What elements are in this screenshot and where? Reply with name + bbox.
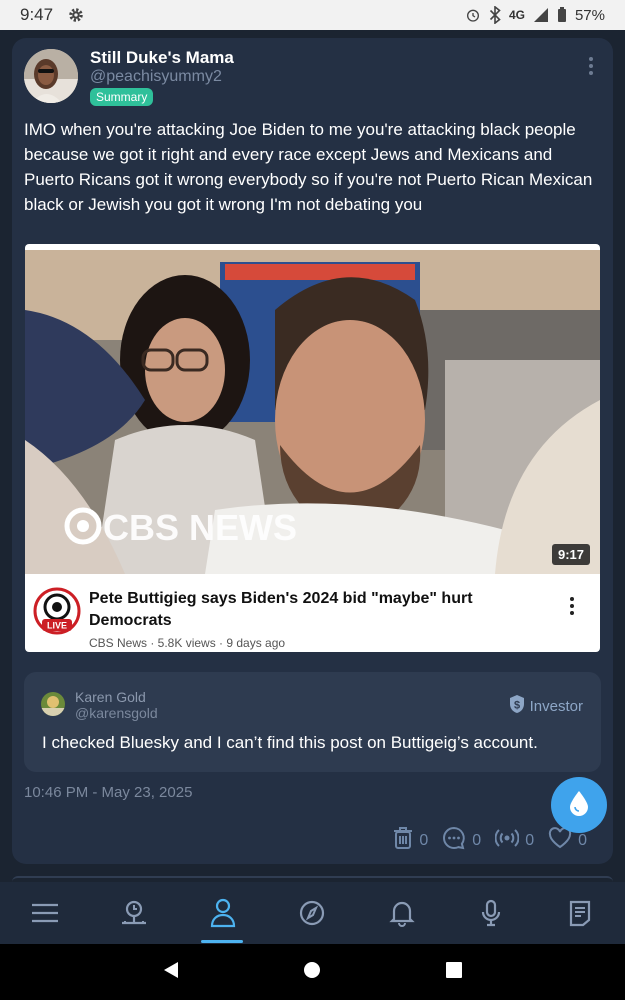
comment-icon — [442, 826, 466, 855]
back-icon[interactable] — [161, 960, 181, 985]
gear-icon — [67, 6, 85, 24]
note-author-handle[interactable]: @karensgold — [75, 705, 158, 721]
bottom-nav — [0, 882, 625, 944]
drop-fab-button[interactable] — [551, 777, 607, 833]
shield-dollar-icon: $ — [508, 694, 526, 718]
broadcast-count: 0 — [525, 831, 535, 849]
profile-icon[interactable] — [199, 889, 247, 943]
trash-icon — [393, 826, 413, 855]
broadcast-action[interactable]: 0 — [494, 828, 535, 853]
comment-action[interactable]: 0 — [442, 826, 481, 855]
user-handle[interactable]: @peachisyummy2 — [90, 68, 222, 86]
post-actions: 0 0 0 0 — [393, 826, 587, 855]
investor-badge: $ Investor — [508, 694, 583, 718]
note-author-name[interactable]: Karen Gold — [75, 689, 146, 705]
post-text: IMO when you're attacking Joe Biden to m… — [24, 120, 593, 214]
video-more-icon[interactable] — [570, 594, 574, 618]
summary-badge[interactable]: Summary — [90, 88, 154, 106]
system-nav-bar — [0, 944, 625, 1000]
status-time: 9:47 — [20, 5, 54, 24]
compass-icon[interactable] — [288, 889, 336, 937]
microphone-icon[interactable] — [467, 889, 515, 937]
menu-icon[interactable] — [21, 889, 69, 937]
delete-action[interactable]: 0 — [393, 826, 428, 855]
battery-icon — [557, 7, 567, 23]
pin-icon[interactable] — [110, 889, 158, 937]
battery-level: 57% — [574, 6, 605, 24]
home-icon[interactable] — [302, 960, 322, 985]
display-name[interactable]: Still Duke's Mama — [90, 48, 234, 68]
svg-text:$: $ — [514, 700, 520, 712]
like-count: 0 — [578, 831, 587, 849]
alarm-icon — [465, 7, 481, 23]
video-watermark: CBS NEWS — [103, 507, 297, 548]
video-meta: CBS News · 5.8K views · 9 days ago — [89, 636, 286, 650]
water-drop-icon — [568, 790, 590, 821]
note-text: I checked Bluesky and I can’t find this … — [42, 733, 538, 752]
notes-icon[interactable] — [556, 889, 604, 937]
signal-icon — [533, 7, 549, 23]
recents-icon[interactable] — [444, 960, 464, 985]
post-timestamp: 10:46 PM - May 23, 2025 — [24, 784, 193, 801]
post-card: Still Duke's Mama @peachisyummy2 Summary… — [12, 38, 613, 864]
video-embed[interactable]: CBS NEWS 9:17 LIVE Pete Buttigieg says B… — [25, 244, 600, 652]
delete-count: 0 — [419, 831, 429, 849]
video-duration: 9:17 — [551, 544, 590, 565]
network-type: 4G — [508, 8, 525, 22]
bell-icon[interactable] — [378, 889, 426, 937]
channel-logo[interactable]: LIVE — [33, 587, 81, 635]
video-title[interactable]: Pete Buttigieg says Biden's 2024 bid "ma… — [89, 588, 519, 632]
post-more-icon[interactable] — [589, 54, 595, 78]
broadcast-icon — [494, 828, 520, 853]
video-thumbnail[interactable]: CBS NEWS 9:17 — [25, 250, 600, 574]
note-avatar[interactable] — [41, 692, 65, 716]
live-badge: LIVE — [47, 621, 67, 631]
status-bar: 9:47 4G 57% — [0, 0, 625, 30]
comment-count: 0 — [472, 831, 482, 849]
bluetooth-icon — [489, 6, 501, 24]
avatar[interactable] — [24, 49, 78, 103]
investor-label: Investor — [529, 697, 583, 715]
community-note: Karen Gold @karensgold $ Investor I chec… — [24, 672, 601, 772]
